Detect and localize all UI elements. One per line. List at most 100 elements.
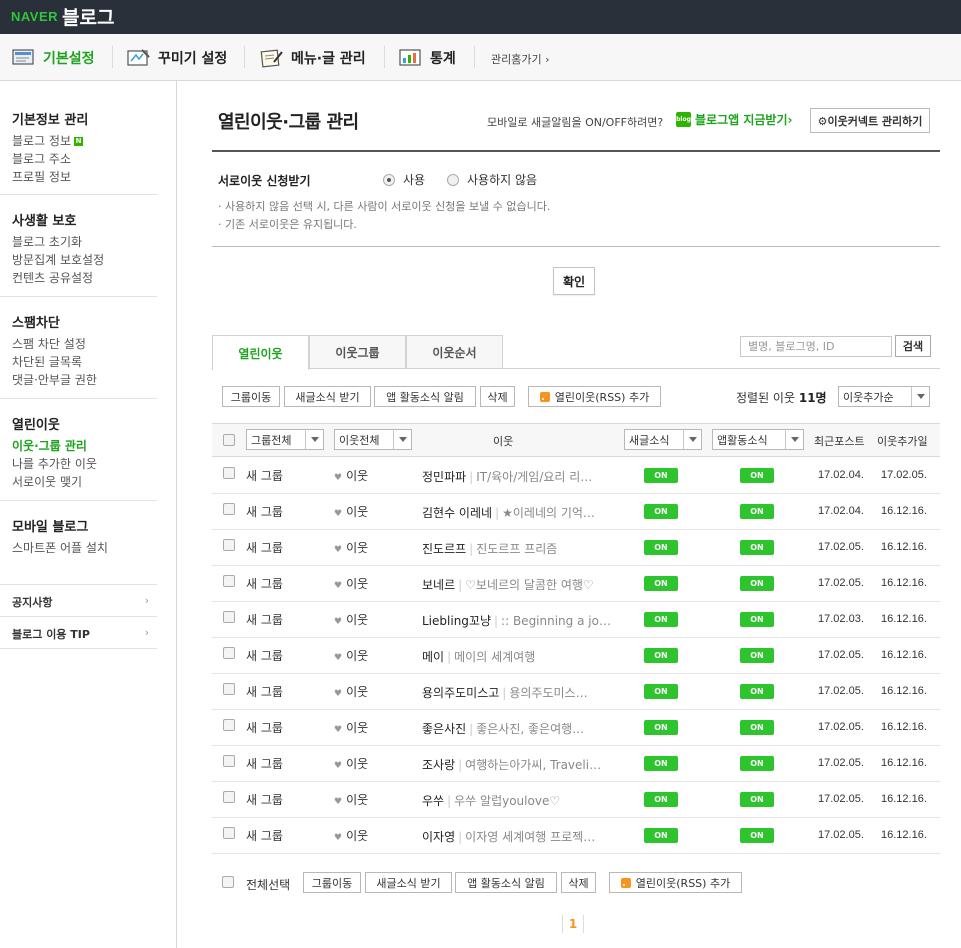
app-activity-on-toggle[interactable]: ON	[740, 468, 774, 483]
admin-home-link[interactable]: 관리홈가기 ›	[491, 51, 550, 67]
sidebar-item-blog-address[interactable]: 블로그 주소	[12, 150, 157, 168]
neighbor-filter-select[interactable]: 이웃전체	[334, 429, 412, 450]
neighbor-blog-name[interactable]: | 용의주도미스…	[499, 686, 587, 700]
row-neighbor-type[interactable]: ♥ 이웃	[334, 647, 368, 664]
row-checkbox[interactable]	[223, 827, 235, 839]
row-neighbor-type[interactable]: ♥ 이웃	[334, 503, 368, 520]
row-checkbox[interactable]	[223, 467, 235, 479]
sidebar-item-blog-info[interactable]: 블로그 정보 N	[12, 132, 157, 150]
sidebar-item-spam-settings[interactable]: 스팸 차단 설정	[12, 335, 157, 353]
app-activity-on-toggle[interactable]: ON	[740, 576, 774, 591]
neighbor-nickname[interactable]: Liebling꼬냥	[422, 614, 491, 628]
neighbor-blog-name[interactable]: | 여행하는아가씨, Traveli…	[455, 758, 601, 772]
row-checkbox[interactable]	[223, 719, 235, 731]
news-on-toggle[interactable]: ON	[644, 828, 678, 843]
row-neighbor-type[interactable]: ♥ 이웃	[334, 683, 368, 700]
news-on-toggle[interactable]: ON	[644, 612, 678, 627]
search-button[interactable]: 검색	[895, 335, 931, 357]
row-group[interactable]: 새 그룹	[246, 575, 283, 592]
sidebar-tip[interactable]: 블로그 이용 TIP ›	[12, 626, 149, 642]
sidebar-item-content-share[interactable]: 컨텐츠 공유설정	[12, 269, 157, 287]
neighbor-blog-name[interactable]: | 진도르프 프리즘	[466, 542, 557, 556]
naver-logo[interactable]: NAVER	[11, 9, 58, 24]
row-group[interactable]: 새 그룹	[246, 791, 283, 808]
add-rss-button-bottom[interactable]: 열린이웃(RSS) 추가	[609, 872, 742, 893]
row-group[interactable]: 새 그룹	[246, 827, 283, 844]
app-activity-filter-select[interactable]: 앱활동소식	[712, 429, 804, 450]
row-group[interactable]: 새 그룹	[246, 683, 283, 700]
news-on-toggle[interactable]: ON	[644, 792, 678, 807]
app-activity-on-toggle[interactable]: ON	[740, 612, 774, 627]
news-on-toggle[interactable]: ON	[644, 540, 678, 555]
add-rss-button[interactable]: 열린이웃(RSS) 추가	[528, 386, 661, 407]
neighbor-nickname[interactable]: 조사랑	[422, 758, 455, 772]
neighbor-nickname[interactable]: 정민파파	[422, 470, 466, 484]
row-neighbor-type[interactable]: ♥ 이웃	[334, 827, 368, 844]
neighbor-blog-name[interactable]: | ♡보네르의 달콤한 여행♡	[455, 578, 594, 592]
news-on-toggle[interactable]: ON	[644, 648, 678, 663]
neighbor-search-input[interactable]	[740, 336, 892, 357]
neighbor-nickname[interactable]: 용의주도미스고	[422, 686, 499, 700]
menu-content-management[interactable]: 메뉴·글 관리	[260, 34, 366, 81]
row-neighbor-type[interactable]: ♥ 이웃	[334, 539, 368, 556]
neighbor-blog-name[interactable]: | 좋은사진, 좋은여행…	[466, 722, 584, 736]
news-on-toggle[interactable]: ON	[644, 720, 678, 735]
tab-neighbor-order[interactable]: 이웃순서	[406, 335, 503, 369]
neighbor-blog-name[interactable]: | 메이의 세계여행	[444, 650, 535, 664]
row-checkbox[interactable]	[223, 791, 235, 803]
group-filter-select[interactable]: 그룹전체	[246, 429, 324, 450]
neighbor-blog-name[interactable]: |:: Beginning a jo…	[491, 614, 611, 628]
sidebar-item-smartphone-app[interactable]: 스마트폰 어플 설치	[12, 539, 157, 557]
app-activity-on-toggle[interactable]: ON	[740, 540, 774, 555]
app-activity-on-toggle[interactable]: ON	[740, 792, 774, 807]
app-activity-on-toggle[interactable]: ON	[740, 684, 774, 699]
news-on-toggle[interactable]: ON	[644, 684, 678, 699]
news-on-toggle[interactable]: ON	[644, 504, 678, 519]
tab-neighbor-groups[interactable]: 이웃그룹	[309, 335, 406, 369]
row-group[interactable]: 새 그룹	[246, 611, 283, 628]
neighbor-blog-name[interactable]: | 이자영 세계여행 프로젝…	[455, 830, 595, 844]
row-neighbor-type[interactable]: ♥ 이웃	[334, 791, 368, 808]
neighbor-nickname[interactable]: 진도르프	[422, 542, 466, 556]
app-activity-on-toggle[interactable]: ON	[740, 504, 774, 519]
confirm-button[interactable]: 확인	[553, 267, 595, 295]
tab-open-neighbors[interactable]: 열린이웃	[212, 335, 309, 370]
move-group-button[interactable]: 그룹이동	[222, 386, 280, 407]
receive-news-button[interactable]: 새글소식 받기	[284, 386, 371, 407]
menu-design-settings[interactable]: 꾸미기 설정	[127, 34, 227, 81]
row-group[interactable]: 새 그룹	[246, 647, 283, 664]
blog-logo[interactable]: 블로그	[62, 3, 114, 30]
delete-button-bottom[interactable]: 삭제	[561, 872, 596, 893]
neighbor-nickname[interactable]: 좋은사진	[422, 722, 466, 736]
neighbor-nickname[interactable]: 메이	[422, 650, 444, 664]
row-checkbox[interactable]	[223, 575, 235, 587]
sidebar-item-blocked-posts[interactable]: 차단된 글목록	[12, 353, 157, 371]
row-checkbox[interactable]	[223, 611, 235, 623]
app-activity-on-toggle[interactable]: ON	[740, 756, 774, 771]
menu-basic-settings[interactable]: 기본설정	[12, 34, 95, 81]
row-checkbox[interactable]	[223, 755, 235, 767]
app-alert-button-bottom[interactable]: 앱 활동소식 알림	[455, 872, 557, 893]
row-neighbor-type[interactable]: ♥ 이웃	[334, 719, 368, 736]
sidebar-item-neighbor-group[interactable]: 이웃·그룹 관리	[12, 437, 157, 455]
row-group[interactable]: 새 그룹	[246, 467, 283, 484]
delete-button[interactable]: 삭제	[480, 386, 515, 407]
neighbor-nickname[interactable]: 김현수 이레네	[422, 506, 492, 520]
select-all-checkbox-bottom[interactable]	[222, 876, 234, 888]
news-on-toggle[interactable]: ON	[644, 756, 678, 771]
sidebar-notice[interactable]: 공지사항 ›	[12, 594, 149, 610]
sidebar-item-visit-protect[interactable]: 방문집계 보호설정	[12, 251, 157, 269]
neighbor-nickname[interactable]: 보네르	[422, 578, 455, 592]
row-neighbor-type[interactable]: ♥ 이웃	[334, 575, 368, 592]
row-checkbox[interactable]	[223, 683, 235, 695]
news-filter-select[interactable]: 새글소식	[624, 429, 702, 450]
news-on-toggle[interactable]: ON	[644, 468, 678, 483]
neighbor-blog-name[interactable]: | ★이레네의 기억…	[492, 506, 595, 520]
app-alert-button[interactable]: 앱 활동소식 알림	[374, 386, 476, 407]
sidebar-item-comment-permission[interactable]: 댓글·안부글 권한	[12, 371, 157, 389]
neighbor-blog-name[interactable]: | IT/육아/게임/요리 리…	[466, 470, 592, 484]
neighbor-nickname[interactable]: 우쑤	[422, 794, 444, 808]
app-activity-on-toggle[interactable]: ON	[740, 828, 774, 843]
sidebar-item-mutual-neighbor[interactable]: 서로이웃 맺기	[12, 473, 157, 491]
neighbor-blog-name[interactable]: | 우쑤 알럽youlove♡	[444, 794, 560, 808]
